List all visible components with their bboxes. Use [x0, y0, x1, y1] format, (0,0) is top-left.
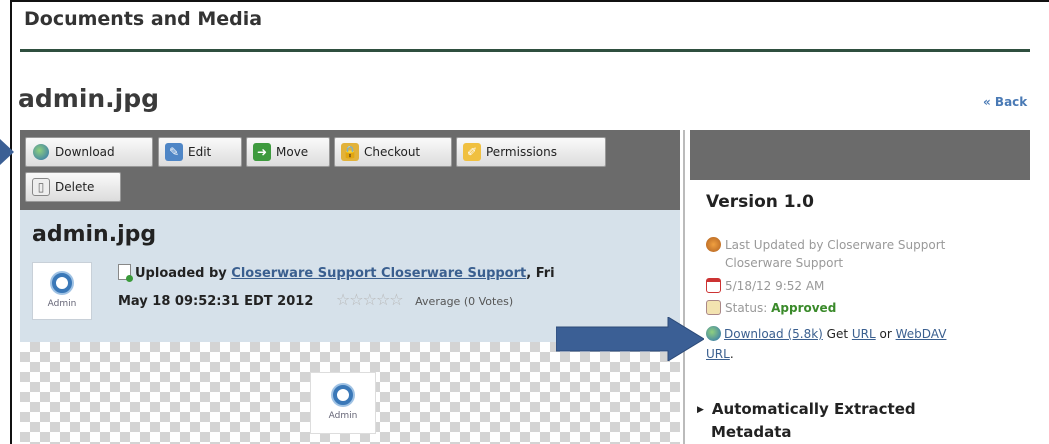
last-updated: Last Updated by Closerware Support Close… — [706, 236, 945, 272]
gear-icon — [333, 385, 353, 405]
key-icon: ✐ — [463, 143, 481, 161]
lock-icon: 🔒 — [341, 143, 359, 161]
updated-date-text: 5/18/12 9:52 AM — [725, 279, 825, 293]
webdav-url-link[interactable]: URL — [706, 347, 730, 361]
updated-date: 5/18/12 9:52 AM — [706, 278, 824, 293]
document-thumbnail[interactable]: Admin — [32, 262, 92, 320]
uploaded-by-text: Uploaded by — [135, 266, 232, 281]
header-divider — [20, 49, 1030, 52]
rating-stars[interactable]: ☆☆☆☆☆ — [336, 290, 404, 309]
back-link[interactable]: « Back — [983, 95, 1027, 109]
download-link[interactable]: Download (5.8k) — [724, 327, 823, 341]
status-icon — [706, 300, 721, 315]
last-updated-line1: Last Updated by Closerware Support — [725, 238, 946, 252]
file-icon — [118, 264, 133, 282]
extracted-metadata-line2: Metadata — [711, 423, 792, 441]
document-title: admin.jpg — [32, 222, 157, 247]
status-label: Status: — [725, 301, 772, 315]
delete-button[interactable]: ▯ Delete — [25, 172, 121, 202]
download-links: Download (5.8k) Get URL or WebDAV URL. — [706, 324, 946, 364]
move-arrow-icon: ➜ — [253, 143, 271, 161]
thumbnail-label: Admin — [47, 299, 77, 309]
preview-label: Admin — [328, 411, 358, 421]
globe-icon — [32, 143, 50, 161]
upload-date-line: May 18 09:52:31 EDT 2012 ☆☆☆☆☆ Average (… — [118, 290, 513, 309]
move-button[interactable]: ➜ Move — [246, 137, 330, 167]
document-panel: Download ✎ Edit ➜ Move 🔒 Checkout ✐ Perm… — [20, 130, 680, 444]
uploader-link[interactable]: Closerware Support Closerware Support — [231, 266, 526, 281]
panel-divider — [683, 130, 685, 444]
url-link[interactable]: URL — [852, 327, 876, 341]
status: Status: Approved — [706, 300, 836, 315]
download-button[interactable]: Download — [25, 137, 153, 167]
version-title: Version 1.0 — [706, 192, 814, 212]
expand-triangle-icon: ▶ — [697, 405, 704, 415]
trash-icon: ▯ — [32, 178, 50, 196]
move-button-label: Move — [276, 145, 309, 159]
status-badge: Approved — [771, 301, 837, 315]
edit-button[interactable]: ✎ Edit — [158, 137, 242, 167]
extracted-metadata-toggle[interactable]: ▶ Automatically Extracted Metadata — [697, 398, 916, 443]
action-toolbar: Download ✎ Edit ➜ Move 🔒 Checkout ✐ Perm… — [20, 130, 680, 210]
permissions-button[interactable]: ✐ Permissions — [456, 137, 606, 167]
version-panel-header — [690, 130, 1030, 180]
preview-image[interactable]: Admin — [310, 372, 376, 434]
portlet-title: Documents and Media — [24, 8, 263, 30]
webdav-link[interactable]: WebDAV — [896, 327, 947, 341]
rating-average: Average (0 Votes) — [415, 295, 514, 308]
user-icon — [706, 237, 721, 252]
gear-icon — [52, 273, 72, 293]
edit-icon: ✎ — [165, 143, 183, 161]
extracted-metadata-line1: Automatically Extracted — [711, 400, 916, 418]
download-button-label: Download — [55, 145, 115, 159]
page-title: admin.jpg — [18, 84, 160, 113]
delete-button-label: Delete — [55, 180, 95, 194]
upload-date-part1: , Fri — [526, 266, 555, 281]
period-text: . — [729, 347, 734, 361]
checkout-button[interactable]: 🔒 Checkout — [334, 137, 452, 167]
upload-info-line: Uploaded by Closerware Support Closerwar… — [118, 264, 555, 282]
callout-arrow-right — [556, 317, 704, 361]
or-text: or — [875, 327, 896, 341]
globe-icon — [706, 326, 721, 341]
calendar-icon — [706, 278, 721, 293]
get-text: Get — [822, 327, 852, 341]
upload-date-part2: May 18 09:52:31 EDT 2012 — [118, 294, 314, 309]
checkout-button-label: Checkout — [364, 145, 421, 159]
edit-button-label: Edit — [188, 145, 212, 159]
permissions-button-label: Permissions — [486, 145, 557, 159]
last-updated-line2: Closerware Support — [725, 256, 844, 270]
